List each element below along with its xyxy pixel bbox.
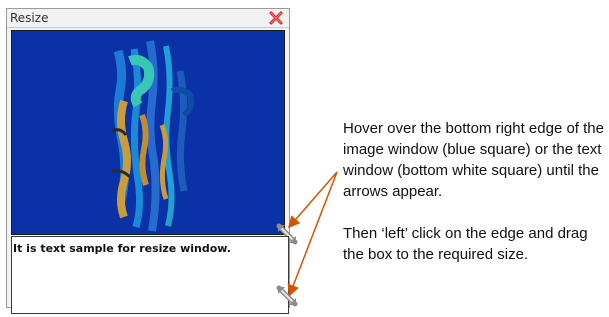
instruction-paragraph-2: Then ‘left’ click on the edge and drag t… (343, 225, 588, 263)
window-titlebar[interactable]: Resize (7, 9, 289, 28)
instructions: Hover over the bottom right edge of the … (343, 118, 605, 265)
instruction-paragraph-1: Hover over the bottom right edge of the … (343, 120, 604, 200)
close-icon[interactable] (269, 11, 283, 25)
diagonal-resize-icon[interactable] (276, 285, 298, 307)
image-window[interactable] (11, 30, 285, 235)
text-window[interactable]: It is text sample for resize window. (11, 236, 289, 314)
arrow-to-image-edge (288, 171, 338, 229)
abstract-graffiti-image (12, 31, 284, 234)
sample-text: It is text sample for resize window. (13, 242, 231, 255)
window-title: Resize (10, 11, 49, 25)
resize-window: Resize It is text sample for resize wind… (6, 8, 298, 314)
